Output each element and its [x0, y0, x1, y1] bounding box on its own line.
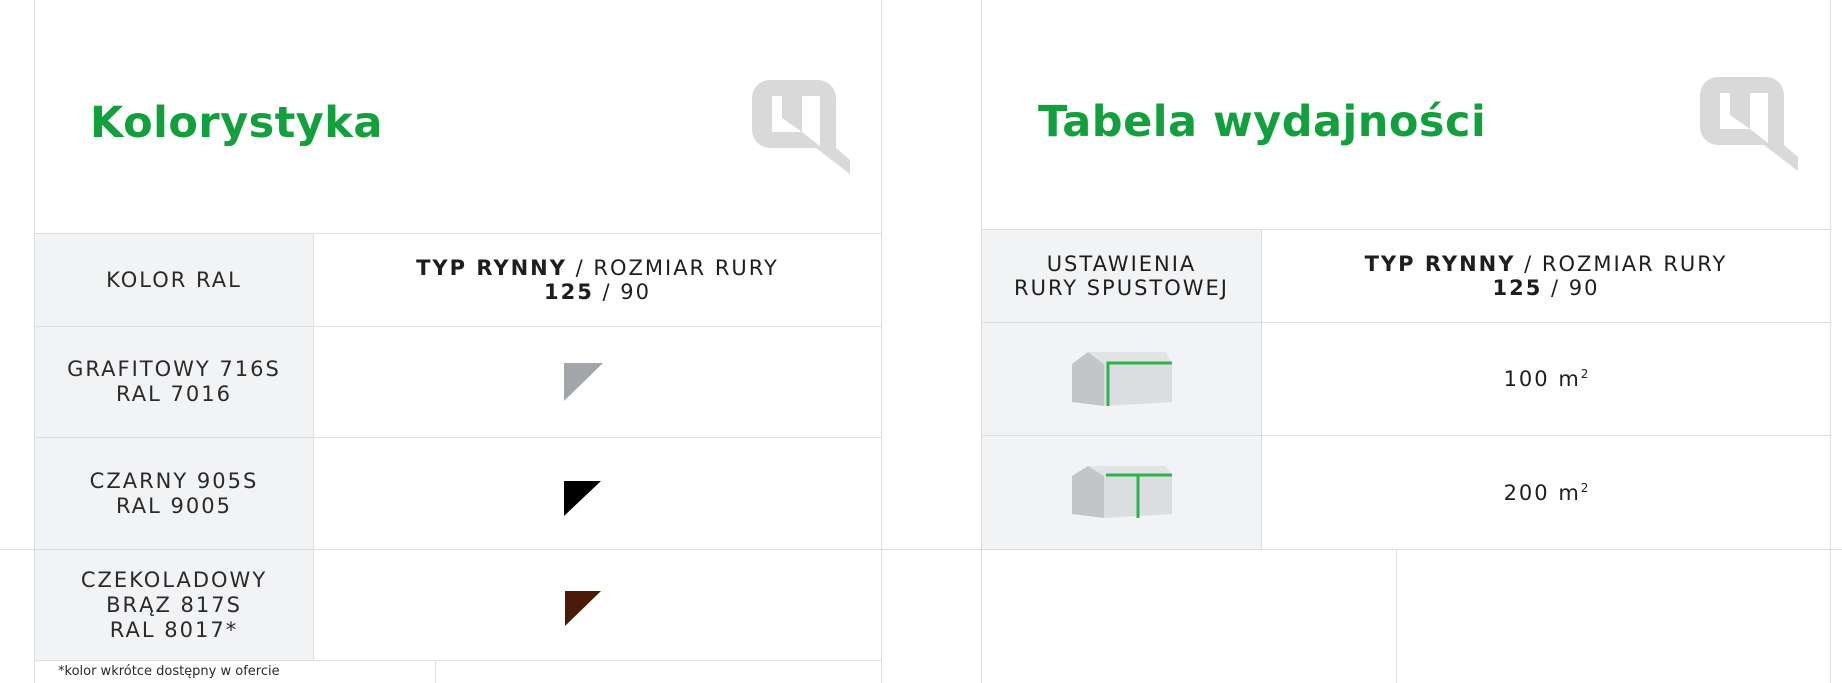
header-text: ROZMIAR RURY	[593, 256, 779, 280]
header-kolor-ral: KOLOR RAL	[35, 234, 313, 326]
header-bold: 125	[543, 280, 594, 304]
header-label: KOLOR RAL	[106, 267, 242, 292]
header-typ-rynny: TYP RYNNY / ROZMIAR RURY 125 / 90	[314, 234, 881, 326]
header-ustawienia: USTAWIENIA RURY SPUSTOWEJ	[982, 230, 1261, 322]
header-sep: /	[566, 256, 594, 280]
header-text: ROZMIAR RURY	[1541, 252, 1728, 276]
header-bold: 125	[1492, 276, 1543, 300]
header-bold: TYP RYNNY	[416, 256, 567, 280]
header-text: 90	[1568, 276, 1600, 300]
header-typ-rynny: TYP RYNNY / ROZMIAR RURY 125 / 90	[1262, 230, 1830, 322]
q-logo-icon	[752, 80, 850, 174]
q-logo-icon	[1700, 77, 1798, 171]
color-swatch	[564, 481, 601, 516]
footnote: *kolor wkrótce dostępny w ofercie	[58, 664, 280, 679]
color-name-cell: GRAFITOWY 716S RAL 7016	[35, 327, 313, 437]
unit-superscript: 2	[1580, 367, 1589, 381]
grid-line	[435, 660, 436, 683]
efficiency-value: 200 m	[1503, 480, 1581, 505]
color-ral: RAL 9005	[116, 493, 232, 518]
header-text: 90	[620, 280, 651, 304]
efficiency-value: 100 m	[1503, 367, 1581, 391]
downpipe-setting-cell	[982, 323, 1261, 435]
color-name-cell: CZEKOLADOWY BRĄZ 817S RAL 8017*	[35, 550, 313, 660]
color-name: BRĄZ 817S	[106, 592, 242, 617]
color-name: CZEKOLADOWY	[80, 567, 268, 592]
house-center-downpipe-icon	[1071, 465, 1172, 518]
unit-superscript: 2	[1580, 480, 1589, 495]
color-swatch	[564, 363, 603, 401]
color-swatch	[565, 591, 601, 626]
colors-title: Kolorystyka	[90, 98, 383, 148]
header-sep: /	[1515, 252, 1542, 276]
efficiency-value-cell: 200 m2	[1262, 436, 1830, 549]
house-corner-downpipe-icon	[1071, 352, 1172, 406]
color-name-cell: CZARNY 905S RAL 9005	[35, 438, 313, 549]
header-sep: /	[593, 280, 621, 304]
grid-line	[34, 660, 882, 661]
header-label: USTAWIENIA	[1046, 252, 1197, 276]
header-bold: TYP RYNNY	[1364, 252, 1516, 276]
grid-line	[1830, 0, 1831, 683]
color-ral: RAL 7016	[116, 382, 232, 406]
efficiency-title: Tabela wydajności	[1038, 97, 1487, 147]
header-sep: /	[1542, 276, 1569, 300]
downpipe-setting-cell	[982, 436, 1261, 549]
color-name: GRAFITOWY 716S	[67, 357, 281, 381]
grid-line	[1396, 549, 1397, 683]
efficiency-value-cell: 100 m2	[1262, 323, 1830, 435]
header-label: RURY SPUSTOWEJ	[1014, 276, 1229, 300]
grid-line	[881, 0, 882, 683]
color-ral: RAL 8017*	[109, 617, 239, 642]
color-name: CZARNY 905S	[89, 468, 259, 493]
